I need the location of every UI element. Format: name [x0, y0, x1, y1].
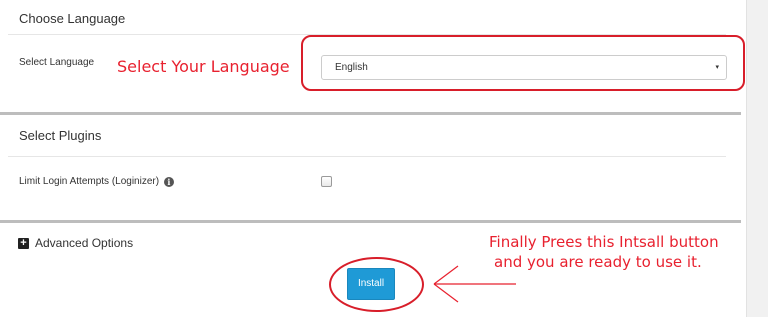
- language-select[interactable]: English ▾: [321, 55, 727, 80]
- plus-icon: +: [18, 237, 29, 249]
- select-plugins-title: Select Plugins: [19, 128, 102, 143]
- install-highlight-circle: [329, 257, 424, 312]
- choose-language-title: Choose Language: [19, 11, 126, 26]
- section-divider: [8, 156, 726, 157]
- section-separator: [0, 112, 741, 115]
- install-annotation-line2: and you are ready to use it.: [494, 253, 702, 271]
- loginizer-checkbox[interactable]: [321, 176, 332, 187]
- advanced-options-label: Advanced Options: [35, 236, 134, 250]
- installer-page: Choose Language Select Language Select Y…: [0, 0, 768, 317]
- plugin-row: Limit Login Attempts (Loginizer) i: [19, 176, 174, 187]
- language-select-value: English: [335, 62, 368, 73]
- advanced-options-toggle[interactable]: + Advanced Options: [18, 236, 133, 250]
- select-language-label: Select Language: [19, 57, 95, 68]
- page-right-border: [746, 0, 768, 317]
- pointer-arrow-icon: [433, 265, 516, 303]
- chevron-down-icon: ▾: [715, 64, 719, 71]
- select-language-annotation: Select Your Language: [117, 57, 290, 76]
- info-icon[interactable]: i: [163, 177, 174, 187]
- plugin-label-loginizer: Limit Login Attempts (Loginizer): [19, 176, 160, 187]
- section-separator: [0, 220, 741, 223]
- install-annotation-line1: Finally Prees this Intsall button: [489, 233, 719, 251]
